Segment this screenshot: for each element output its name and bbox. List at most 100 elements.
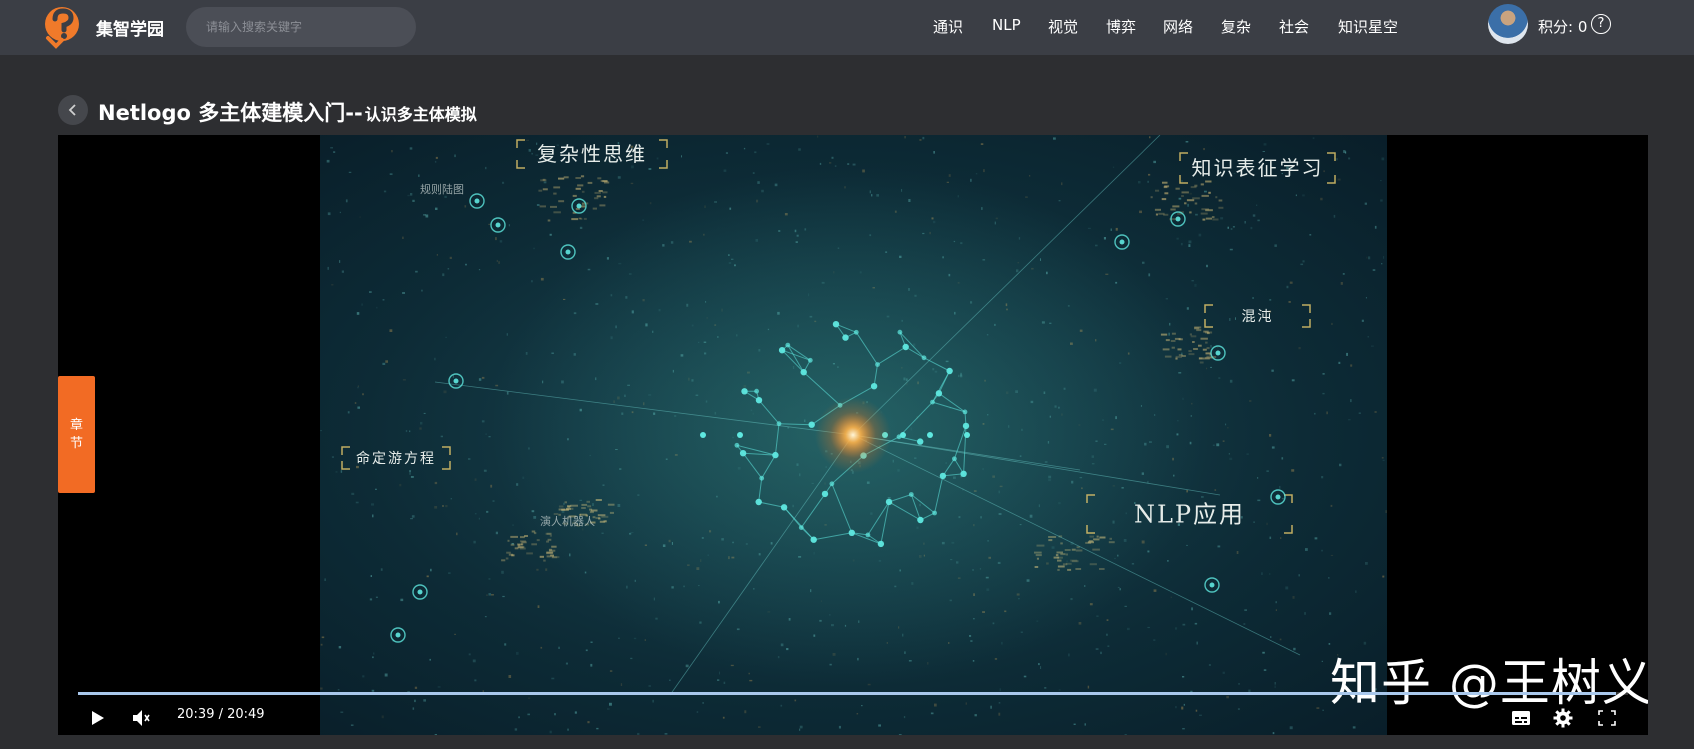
outer-node (1215, 350, 1221, 356)
data-cluster-mark (501, 559, 506, 562)
video-player[interactable]: 复杂性思维 知识表征学习 混沌 NLP应用 命定游方程 规则陆图 演人机器人 章 节 知乎 … (58, 135, 1648, 735)
particle (1269, 536, 1272, 539)
particle (1246, 453, 1249, 455)
data-cluster-mark (510, 535, 518, 538)
particle (474, 679, 477, 682)
particle (391, 150, 393, 153)
particle (579, 226, 583, 229)
particle (1352, 726, 1356, 729)
particle (1340, 282, 1343, 285)
particle (1148, 173, 1151, 176)
particle (1201, 496, 1204, 498)
sphere-node (755, 397, 763, 404)
particle (1165, 652, 1167, 656)
particle (339, 260, 341, 263)
particle (407, 194, 410, 197)
particle (1288, 301, 1291, 303)
particle (327, 212, 331, 216)
data-cluster-mark (539, 205, 546, 208)
particle (400, 598, 404, 602)
subtitles-icon[interactable] (1511, 710, 1531, 726)
progress-bar[interactable] (78, 692, 1628, 695)
help-icon[interactable]: ? (1591, 14, 1611, 34)
nav-item-1[interactable]: 通识 (933, 16, 963, 37)
particle (1188, 244, 1191, 247)
particle (1178, 197, 1182, 200)
sphere-node (885, 498, 893, 506)
settings-gear-icon[interactable] (1553, 708, 1573, 728)
nav-item-3[interactable]: 视觉 (1048, 16, 1078, 37)
data-cluster-mark (581, 190, 585, 193)
volume-icon[interactable] (132, 709, 152, 727)
particle (1191, 280, 1194, 282)
back-button[interactable] (58, 95, 88, 125)
outer-node (495, 222, 501, 228)
particle (481, 376, 485, 379)
particle (744, 710, 747, 714)
particle (1322, 373, 1325, 375)
nav-item-5[interactable]: 网络 (1163, 16, 1193, 37)
nav-item-8[interactable]: 知识星空 (1338, 16, 1398, 37)
particle (526, 139, 529, 141)
particle (382, 362, 386, 365)
data-cluster-mark (519, 547, 526, 550)
fullscreen-icon[interactable] (1598, 710, 1616, 726)
nav-item-4[interactable]: 博弈 (1106, 16, 1136, 37)
particle (485, 433, 487, 435)
particle (1289, 281, 1293, 284)
particle (1181, 180, 1183, 182)
particle (758, 726, 761, 728)
data-cluster-mark (505, 557, 509, 560)
data-cluster-mark (600, 180, 608, 182)
chapter-tab[interactable]: 章 节 (58, 376, 95, 493)
data-cluster-mark (1196, 329, 1202, 332)
nav-item-7[interactable]: 社会 (1279, 16, 1309, 37)
particle (664, 733, 668, 735)
sphere-node (798, 525, 804, 530)
data-cluster-mark (1190, 186, 1197, 189)
data-cluster-mark (571, 218, 579, 221)
particle (974, 714, 977, 717)
particle (965, 702, 967, 705)
particle (1229, 379, 1233, 383)
particle (903, 716, 906, 719)
video-frame[interactable]: 复杂性思维 知识表征学习 混沌 NLP应用 命定游方程 规则陆图 演人机器人 (320, 135, 1387, 735)
data-cluster-mark (1164, 192, 1169, 195)
top-bar: 集智学园 通识 NLP 视觉 博弈 网络 复杂 社会 知识星空 积分: 0 ? (0, 0, 1694, 55)
particle (998, 712, 1001, 716)
particle (1185, 141, 1189, 143)
particle (898, 734, 902, 735)
particle (448, 572, 451, 574)
particle (1365, 562, 1368, 565)
particle (618, 637, 620, 639)
user-avatar[interactable] (1488, 4, 1528, 44)
play-icon[interactable] (91, 710, 105, 726)
particle (1100, 651, 1102, 655)
particle (1374, 225, 1377, 229)
particle (1023, 675, 1027, 678)
sphere-node (737, 432, 743, 438)
particle (1186, 307, 1189, 310)
particle (1198, 233, 1202, 237)
video-label: 知识表征学习 (1192, 156, 1324, 180)
sphere-node (853, 329, 859, 335)
particle (1167, 560, 1169, 562)
site-logo-icon[interactable] (42, 4, 86, 50)
data-cluster-mark (558, 200, 565, 203)
search-input[interactable] (186, 7, 416, 47)
particle (449, 256, 452, 259)
particle (1270, 636, 1272, 638)
particle (472, 659, 476, 663)
particle (1323, 170, 1325, 173)
data-cluster-mark (1189, 333, 1192, 336)
particle (1149, 136, 1151, 139)
particle (516, 651, 519, 655)
brand-name[interactable]: 集智学园 (96, 15, 164, 40)
data-cluster-mark (1189, 211, 1192, 214)
nav-item-6[interactable]: 复杂 (1221, 16, 1251, 37)
particle (1381, 263, 1383, 265)
particle (370, 575, 372, 577)
nav-item-2[interactable]: NLP (992, 16, 1021, 34)
particle (1338, 361, 1341, 364)
particle (474, 478, 477, 481)
